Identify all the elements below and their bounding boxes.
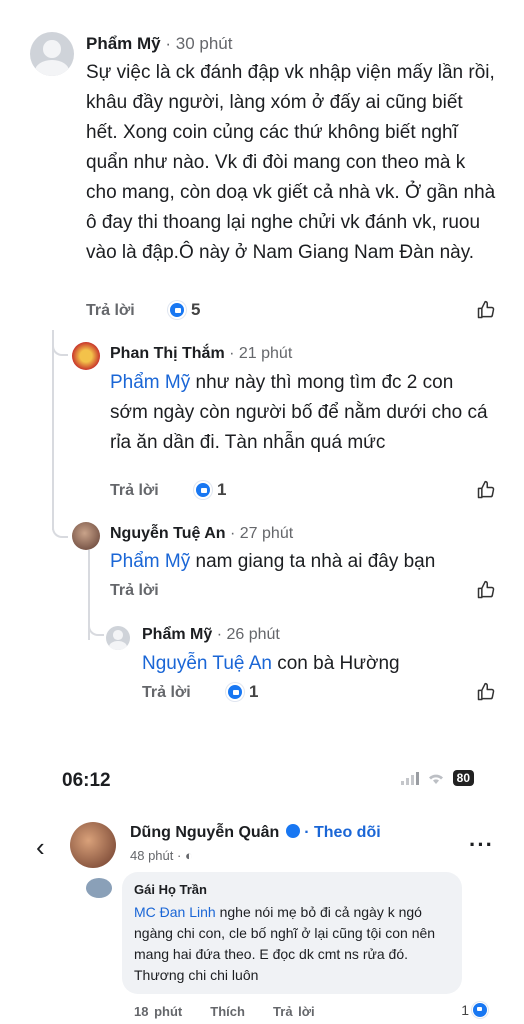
like-icon: [226, 683, 244, 701]
reply-button[interactable]: Trả lời: [86, 302, 135, 320]
comment-text: Nguyễn Tuệ An con bà Hường: [142, 653, 400, 674]
status-time: 06:12: [62, 770, 111, 791]
comment-time: · 30 phút: [160, 34, 233, 53]
post-author[interactable]: Dũng Nguyễn Quân · Theo dõi: [130, 824, 381, 842]
avatar[interactable]: [30, 32, 74, 76]
reaction-count[interactable]: 1: [194, 480, 226, 500]
comment-text: MC Đan Linh nghe nói mẹ bỏ đi cả ngày k …: [134, 904, 436, 983]
follow-button[interactable]: · Theo dõi: [300, 824, 380, 841]
signal-icon: [400, 771, 419, 785]
thread-line: [52, 520, 68, 538]
reaction-count[interactable]: 1: [226, 682, 258, 702]
mention-link[interactable]: Phẩm Mỹ: [110, 372, 190, 393]
mention-link[interactable]: MC Đan Linh: [134, 904, 216, 920]
comments-panel: Phẩm Mỹ · 30 phút Sự việc là ck đánh đập…: [0, 0, 524, 735]
thumbs-up-icon[interactable]: [476, 580, 496, 600]
comment-text: Phẩm Mỹ nam giang ta nhà ai đây bạn: [110, 551, 436, 572]
comment-time: 18 phút: [134, 1004, 183, 1019]
comment-author[interactable]: Nguyễn Tuệ An · 27 phút: [110, 525, 293, 543]
reply-button[interactable]: Trả lời: [142, 684, 191, 702]
thread-line: [52, 330, 54, 530]
battery-indicator: 80: [452, 770, 474, 786]
globe-icon: ◐: [184, 848, 193, 863]
thread-line: [88, 620, 104, 636]
status-icons: 80: [400, 770, 474, 786]
thumbs-up-icon[interactable]: [476, 682, 496, 702]
like-button[interactable]: Thích: [210, 1004, 245, 1019]
screenshot-divider: [0, 735, 524, 749]
thumbs-up-icon[interactable]: [476, 300, 496, 320]
avatar[interactable]: [70, 822, 116, 868]
comment-time: · 26 phút: [212, 626, 280, 643]
mention-link[interactable]: Phẩm Mỹ: [110, 551, 190, 572]
like-icon: [472, 1002, 488, 1018]
comment-author[interactable]: Gái Họ Trần: [134, 882, 207, 897]
thread-line: [52, 340, 68, 356]
reply-button[interactable]: Trả lời: [110, 482, 159, 500]
reaction-count[interactable]: 1: [461, 1002, 488, 1018]
like-icon: [194, 481, 212, 499]
comment-actions: 18 phút Thích Trả lời: [134, 1004, 315, 1019]
wifi-icon: [428, 774, 443, 784]
comment-time: · 27 phút: [225, 525, 294, 542]
avatar[interactable]: [86, 878, 112, 898]
chevron-left-icon[interactable]: ‹: [36, 832, 45, 863]
comment-text: Sự việc là ck đánh đập vk nhập viện mấy …: [86, 62, 496, 263]
comment-author[interactable]: Phan Thị Thắm · 21 phút: [110, 345, 292, 363]
comment-author[interactable]: Phẩm Mỹ · 26 phút: [142, 626, 280, 644]
comment-time: · 21 phút: [224, 345, 293, 362]
mention-link[interactable]: Nguyễn Tuệ An: [142, 653, 272, 674]
reply-button[interactable]: Trả lời: [273, 1004, 315, 1019]
reaction-count[interactable]: 5: [168, 300, 200, 320]
avatar[interactable]: [72, 342, 100, 370]
avatar[interactable]: [72, 522, 100, 550]
thumbs-up-icon[interactable]: [476, 480, 496, 500]
post-time: 48 phút · ◐: [130, 848, 193, 863]
reply-button[interactable]: Trả lời: [110, 582, 159, 600]
verified-icon: [285, 824, 300, 838]
avatar[interactable]: [106, 626, 130, 650]
comment-text: Phẩm Mỹ như này thì mong tìm đc 2 con sớ…: [110, 372, 488, 453]
comment-author[interactable]: Phẩm Mỹ · 30 phút: [86, 34, 232, 54]
more-icon[interactable]: ···: [469, 832, 494, 858]
like-icon: [168, 301, 186, 319]
